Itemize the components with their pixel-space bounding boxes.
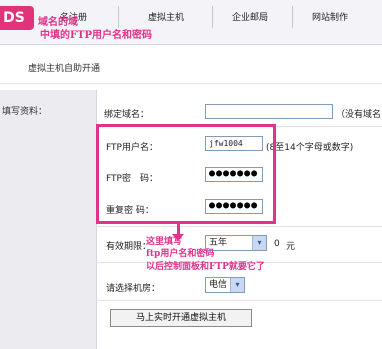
submit-open-host-button[interactable]: 马上实时开通虚拟主机 xyxy=(110,309,252,327)
ftp-username-hint: (8至14个字母或数字) xyxy=(266,143,354,153)
chevron-down-icon[interactable]: ▾ xyxy=(252,236,266,250)
annotation-line2: ftp用户名和密码 xyxy=(146,249,215,259)
nav-divider xyxy=(118,6,119,28)
bind-domain-hint: （没有域名 xyxy=(336,110,382,120)
period-select-value: 五年 xyxy=(209,238,228,248)
overlay-annotation-top-line2: 中填的FTP用户名和密码 xyxy=(40,30,153,41)
row-divider xyxy=(96,226,382,227)
section-label: 填写资料： xyxy=(2,107,48,117)
bind-domain-input[interactable] xyxy=(205,104,333,119)
bind-domain-label: 绑定域名： xyxy=(104,110,150,120)
room-label: 请选择机房： xyxy=(106,284,161,294)
room-select[interactable]: 电信 ▾ xyxy=(205,277,245,293)
row-divider xyxy=(96,300,382,301)
overlay-annotation-top-line1: 域名的域 xyxy=(38,17,78,28)
chevron-down-icon[interactable]: ▾ xyxy=(230,278,244,292)
nav-item-enterprise-mail[interactable]: 企业邮局 xyxy=(232,10,268,23)
annotation-line1: 这里填写 xyxy=(146,237,183,247)
breadcrumb-bar: 虚拟主机自助开通 xyxy=(0,45,382,84)
price-value: 0 xyxy=(274,239,280,249)
breadcrumb: 虚拟主机自助开通 xyxy=(28,64,101,74)
period-label: 有效期限： xyxy=(106,242,152,252)
nav-divider xyxy=(212,6,213,28)
nav-item-virtual-host[interactable]: 虚拟主机 xyxy=(148,10,184,23)
annotation-line3: 以后控制面板和FTP就要它了 xyxy=(146,262,265,272)
nav-divider xyxy=(292,6,293,28)
room-select-value: 电信 xyxy=(209,280,228,290)
price-unit: 元 xyxy=(286,242,296,252)
left-section-column: 填写资料： xyxy=(0,90,97,349)
nav-item-web-design[interactable]: 网站制作 xyxy=(312,10,348,23)
highlight-box xyxy=(96,124,276,224)
site-logo: DS xyxy=(0,6,34,30)
